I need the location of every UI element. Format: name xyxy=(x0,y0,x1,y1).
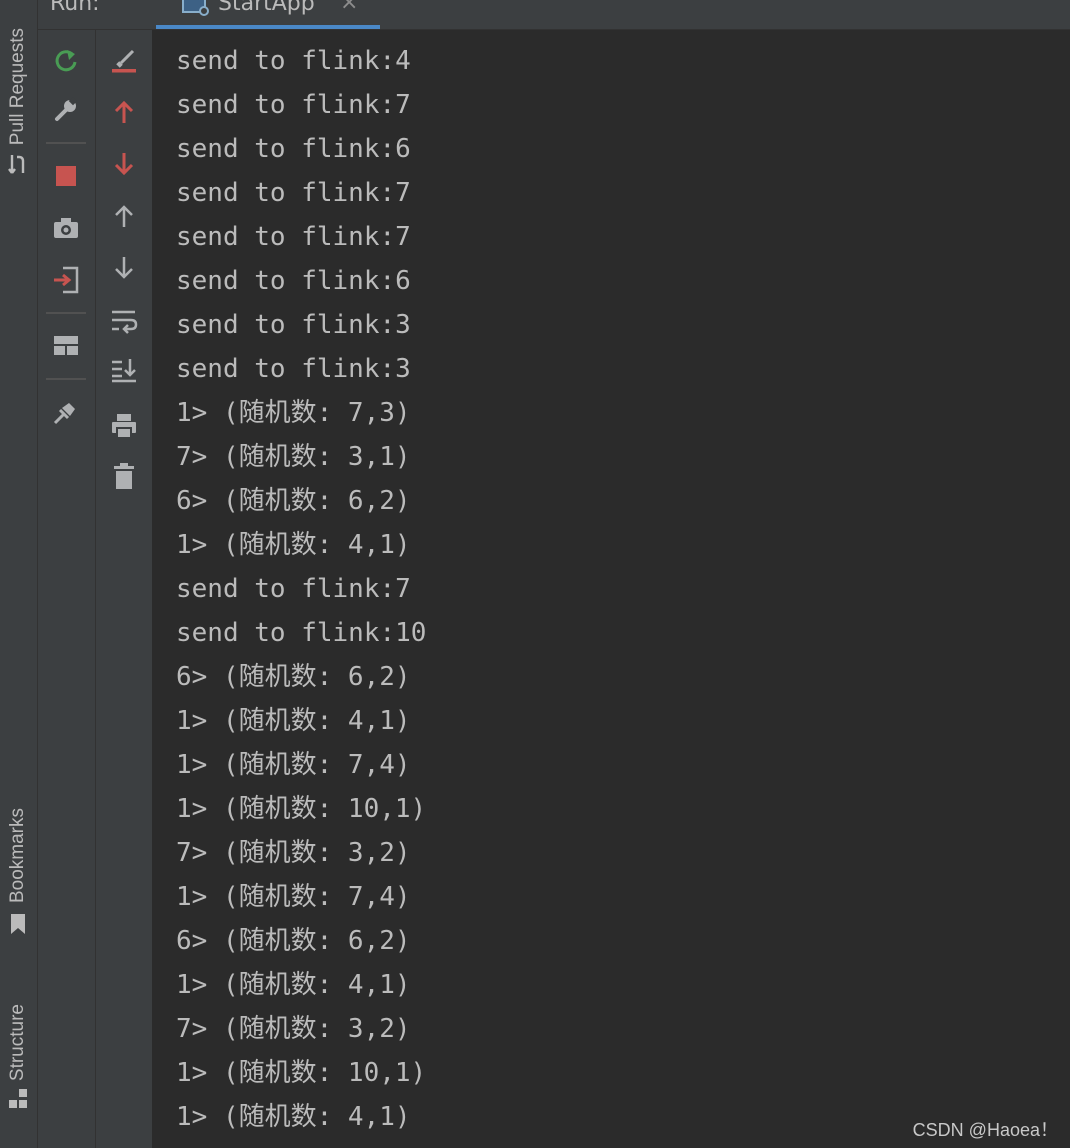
layout-button[interactable] xyxy=(46,326,86,366)
rerun-button[interactable] xyxy=(46,40,86,80)
down-stack-button[interactable] xyxy=(104,248,144,288)
exit-icon xyxy=(54,266,79,294)
console-line: 1> (随机数: 4,1) xyxy=(176,530,411,560)
arrow-down-icon xyxy=(115,257,133,279)
console-line: 6> (随机数: 6,2) xyxy=(176,662,411,692)
console-line: send to flink:7 xyxy=(176,222,411,252)
tab-title: StartApp xyxy=(218,0,315,16)
scroll-to-end-button[interactable] xyxy=(104,350,144,390)
print-button[interactable] xyxy=(104,406,144,446)
console-line: 1> (随机数: 4,1) xyxy=(176,970,411,1000)
console-line: 1> (随机数: 7,4) xyxy=(176,750,411,780)
run-tab-bar: Run: StartApp × xyxy=(38,0,1070,30)
previous-occurrence-button[interactable] xyxy=(104,92,144,132)
thread-dump-button[interactable] xyxy=(46,208,86,248)
console-line: 7> (随机数: 3,1) xyxy=(176,442,411,472)
bookmarks-label: Bookmarks xyxy=(7,808,28,904)
application-icon xyxy=(182,0,209,16)
close-tab-icon[interactable]: × xyxy=(340,0,358,15)
scroll-to-end-icon xyxy=(112,359,136,383)
bookmarks-tab[interactable]: Bookmarks xyxy=(4,808,32,937)
console-line: 1> (随机数: 10,1) xyxy=(176,1058,427,1088)
toolbar-separator xyxy=(46,142,86,144)
console-output[interactable]: send to flink:4 send to flink:7 send to fl… xyxy=(153,30,1070,1148)
watermark: CSDN @Haoea！ xyxy=(912,1120,1058,1140)
run-toolbar-primary xyxy=(38,30,96,1148)
console-line: 7> (随机数: 3,2) xyxy=(176,1014,411,1044)
structure-label: Structure xyxy=(7,1004,28,1082)
arrow-up-red-icon xyxy=(114,100,134,123)
camera-icon xyxy=(54,218,78,238)
console-line: 6> (随机数: 6,2) xyxy=(176,486,411,516)
console-line: send to flink:6 xyxy=(176,266,411,296)
modify-config-button[interactable] xyxy=(46,90,86,130)
tab-startapp[interactable]: StartApp × xyxy=(156,0,380,29)
console-line: send to flink:7 xyxy=(176,90,411,120)
console-line: 7> (随机数: 3,2) xyxy=(176,838,411,868)
console-line: send to flink:7 xyxy=(176,178,411,208)
structure-tab[interactable]: Structure xyxy=(4,1004,32,1111)
exit-button[interactable] xyxy=(46,260,86,300)
toolbar-separator xyxy=(46,378,86,380)
console-line: 1> (随机数: 7,3) xyxy=(176,398,411,428)
stop-icon xyxy=(56,166,76,186)
console-line: 1> (随机数: 4,1) xyxy=(176,1102,411,1132)
up-stack-button[interactable] xyxy=(104,196,144,236)
toolbar-separator xyxy=(46,312,86,314)
console-line: send to flink:3 xyxy=(176,310,411,340)
pin-icon xyxy=(53,403,75,425)
console-line: send to flink:3 xyxy=(176,354,411,384)
structure-icon xyxy=(9,1089,27,1109)
console-line: 1> (随机数: 10,1) xyxy=(176,794,427,824)
trash-icon xyxy=(114,463,134,489)
soft-wrap-button[interactable] xyxy=(104,300,144,340)
rerun-icon xyxy=(55,50,77,72)
soft-wrap-icon xyxy=(112,310,138,334)
pull-requests-label: Pull Requests xyxy=(7,28,28,146)
console-line: send to flink:4 xyxy=(176,46,411,76)
layout-icon xyxy=(54,336,78,355)
console-line: 1> (随机数: 7,4) xyxy=(176,882,411,912)
eraser-icon xyxy=(112,49,136,73)
run-toolbar-secondary xyxy=(96,30,152,1148)
clear-all-button[interactable] xyxy=(104,456,144,496)
console-line: send to flink:7 xyxy=(176,574,411,604)
console-line: 6> (随机数: 6,2) xyxy=(176,926,411,956)
printer-icon xyxy=(112,414,136,439)
run-label: Run: xyxy=(50,0,100,16)
bookmark-icon xyxy=(11,914,25,935)
next-occurrence-button[interactable] xyxy=(104,144,144,184)
console-line: send to flink:10 xyxy=(176,618,427,648)
arrow-down-red-icon xyxy=(114,153,134,176)
pull-requests-tab[interactable]: Pull Requests xyxy=(4,28,32,177)
pull-request-icon xyxy=(8,155,25,174)
clear-highlight-button[interactable] xyxy=(104,40,144,80)
stop-button[interactable] xyxy=(46,156,86,196)
tab-active-indicator xyxy=(156,25,380,29)
pin-tab-button[interactable] xyxy=(46,392,86,432)
wrench-icon xyxy=(55,96,78,121)
left-tool-strip: Pull Requests Bookmarks Structure xyxy=(0,0,38,1148)
console-line: 1> (随机数: 4,1) xyxy=(176,706,411,736)
console-line: send to flink:6 xyxy=(176,134,411,164)
arrow-up-icon xyxy=(115,205,133,227)
